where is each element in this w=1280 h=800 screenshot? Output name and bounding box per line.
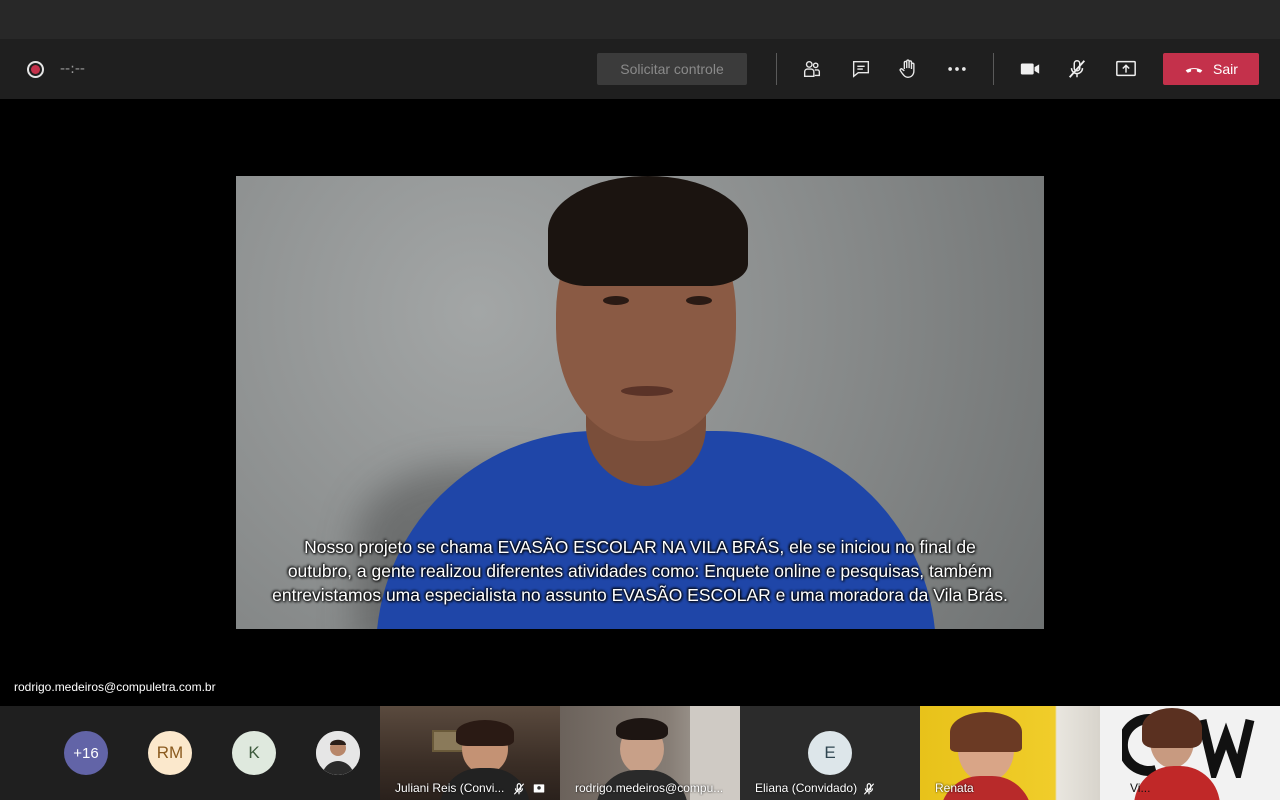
participant-name: Juliani Reis (Convi... <box>395 781 505 795</box>
call-timer: --:-- <box>60 61 85 77</box>
participant-avatar-photo[interactable] <box>316 731 360 775</box>
participants-button[interactable] <box>797 55 827 83</box>
more-options-icon <box>948 67 966 71</box>
participant-video-tile[interactable]: Juliani Reis (Convi... <box>380 706 560 800</box>
participant-avatar: E <box>808 731 852 775</box>
window-title-bar <box>0 0 1280 39</box>
participants-icon <box>803 60 821 78</box>
raise-hand-icon <box>899 59 915 78</box>
toolbar-divider <box>993 53 994 85</box>
share-screen-button[interactable] <box>1111 55 1141 83</box>
participant-name: Eliana (Convidado) <box>755 781 858 795</box>
video-caption-line: outubro, a gente realizou diferentes ati… <box>287 561 993 581</box>
shared-video-feed: Nosso projeto se chama EVASÃO ESCOLAR NA… <box>236 176 1044 629</box>
person-photo-icon <box>316 731 360 775</box>
camera-button[interactable] <box>1015 55 1045 83</box>
chat-button[interactable] <box>846 55 876 83</box>
toolbar-divider <box>776 53 777 85</box>
pin-icon <box>532 781 546 795</box>
participant-name: Renata <box>935 781 974 795</box>
participant-avatar[interactable]: RM <box>148 731 192 775</box>
participant-name: Vi... <box>1130 781 1151 795</box>
camera-icon <box>1020 63 1040 75</box>
mic-button[interactable] <box>1062 55 1092 83</box>
leave-call-button[interactable]: Sair <box>1163 53 1259 85</box>
participant-video-tile[interactable]: rodrigo.medeiros@compu... <box>560 706 740 800</box>
participant-video-tile[interactable]: Renata <box>920 706 1100 800</box>
mic-muted-icon <box>1068 60 1086 78</box>
recording-indicator-icon <box>27 61 44 78</box>
raise-hand-button[interactable] <box>893 55 923 83</box>
participant-name: rodrigo.medeiros@compu... <box>575 781 724 795</box>
participant-video-tile[interactable]: E Eliana (Convidado) <box>740 706 920 800</box>
video-caption-line: Nosso projeto se chama EVASÃO ESCOLAR NA… <box>304 537 976 557</box>
participant-avatar[interactable]: K <box>232 731 276 775</box>
active-speaker-name: rodrigo.medeiros@compuletra.com.br <box>14 680 216 694</box>
mic-muted-icon <box>862 781 876 795</box>
video-caption-line: entrevistamos uma especialista no assunt… <box>272 585 1008 605</box>
leave-label: Sair <box>1213 61 1238 77</box>
request-control-button[interactable]: Solicitar controle <box>597 53 747 85</box>
hang-up-icon <box>1185 68 1203 73</box>
chat-icon <box>852 60 870 78</box>
more-options-button[interactable] <box>942 55 972 83</box>
more-participants-button[interactable]: +16 <box>64 731 108 775</box>
share-screen-icon <box>1116 60 1136 77</box>
mic-muted-icon <box>512 781 526 795</box>
participant-video-tile[interactable]: Vi... <box>1100 706 1280 800</box>
